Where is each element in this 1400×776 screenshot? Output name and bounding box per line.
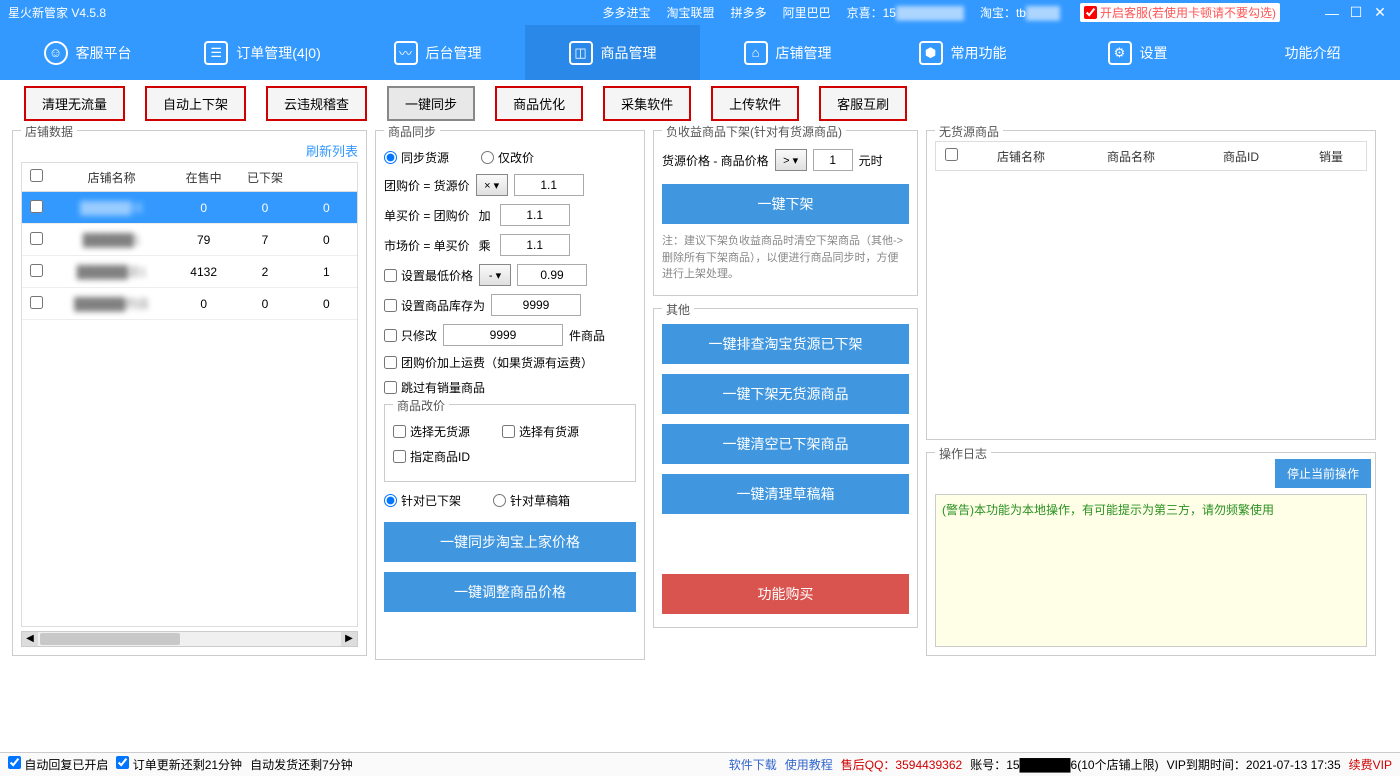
only-mod-checkbox[interactable]: 只修改 — [384, 327, 437, 344]
nav-7[interactable]: 功能介绍 — [1225, 25, 1400, 80]
op1-select[interactable]: × ▾ — [476, 174, 508, 196]
off-nosrc-button[interactable]: 一键下架无货源商品 — [662, 374, 909, 414]
subtab-3[interactable]: 一键同步 — [387, 86, 475, 121]
top-link-ddj[interactable]: 多多进宝 — [603, 4, 651, 21]
spec-id-checkbox[interactable]: 指定商品ID — [393, 448, 470, 465]
sync-tb-price-button[interactable]: 一键同步淘宝上家价格 — [384, 522, 636, 562]
nosrc-table-header: 店铺名称 商品名称 商品ID 销量 — [935, 141, 1367, 171]
title-bar: 星火新管家 V4.5.8 多多进宝 淘宝联盟 拼多多 阿里巴巴 京喜：15███… — [0, 0, 1400, 25]
has-source-checkbox[interactable]: 选择有货源 — [502, 423, 579, 440]
shipping-checkbox[interactable]: 团购价加上运费（如果货源有运费） — [384, 354, 593, 371]
stock-input[interactable] — [491, 294, 581, 316]
sub-tabs: 清理无流量自动上下架云违规稽查一键同步商品优化采集软件上传软件客服互刷 — [0, 80, 1400, 126]
only-mod-input[interactable] — [443, 324, 563, 346]
nav-3[interactable]: ◫商品管理 — [525, 25, 700, 80]
nav-6[interactable]: ⚙设置 — [1050, 25, 1225, 80]
subtab-4[interactable]: 商品优化 — [495, 86, 583, 121]
order-update-checkbox[interactable]: 订单更新还剩21分钟 — [116, 756, 242, 773]
no-source-checkbox[interactable]: 选择无货源 — [393, 423, 470, 440]
nav-2[interactable]: 〰后台管理 — [350, 25, 525, 80]
shop-table-body: ██████铺000██████17970██████店1413221█████… — [21, 192, 358, 627]
buy-feature-button[interactable]: 功能购买 — [662, 574, 909, 614]
top-link-tblm[interactable]: 淘宝联盟 — [667, 4, 715, 21]
table-row[interactable]: ██████店1413221 — [22, 256, 357, 288]
clear-off-button[interactable]: 一键清空已下架商品 — [662, 424, 909, 464]
qq-info: 售后QQ：3594439362 — [841, 756, 962, 773]
subtab-6[interactable]: 上传软件 — [711, 86, 799, 121]
subtab-5[interactable]: 采集软件 — [603, 86, 691, 121]
neg-op-select[interactable]: > ▾ — [775, 149, 807, 171]
radio-target-off[interactable]: 针对已下架 — [384, 492, 461, 509]
table-row[interactable]: ██████17970 — [22, 224, 357, 256]
top-link-pdd[interactable]: 拼多多 — [731, 4, 767, 21]
main-nav: ☺客服平台☰订单管理(4|0)〰后台管理◫商品管理⌂店铺管理⬢常用功能⚙设置功能… — [0, 25, 1400, 80]
nav-icon: ⌂ — [744, 41, 768, 65]
subtab-7[interactable]: 客服互刷 — [819, 86, 907, 121]
min-price-checkbox[interactable]: 设置最低价格 — [384, 267, 473, 284]
auto-reply-checkbox[interactable]: 自动回复已开启 — [8, 756, 108, 773]
nav-icon: ⚙ — [1108, 41, 1132, 65]
nav-4[interactable]: ⌂店铺管理 — [700, 25, 875, 80]
top-link-ali[interactable]: 阿里巴巴 — [783, 4, 831, 21]
horizontal-scrollbar[interactable]: ◀▶ — [21, 631, 358, 647]
top-tb[interactable]: 淘宝：tb████ — [980, 4, 1060, 21]
select-all-checkbox[interactable] — [30, 169, 43, 182]
enable-cs-checkbox[interactable]: 开启客服(若使用卡顿请不要勾选) — [1080, 3, 1280, 22]
nav-0[interactable]: ☺客服平台 — [0, 25, 175, 80]
minprice-op-select[interactable]: - ▾ — [479, 264, 511, 286]
nav-1[interactable]: ☰订单管理(4|0) — [175, 25, 350, 80]
radio-price-only[interactable]: 仅改价 — [481, 149, 534, 166]
nav-icon: ☰ — [204, 41, 228, 65]
val3-input[interactable] — [500, 234, 570, 256]
adjust-price-button[interactable]: 一键调整商品价格 — [384, 572, 636, 612]
tutorial-link[interactable]: 使用教程 — [785, 756, 833, 773]
clear-draft-button[interactable]: 一键清理草稿箱 — [662, 474, 909, 514]
nav-5[interactable]: ⬢常用功能 — [875, 25, 1050, 80]
nav-icon: ⬢ — [919, 41, 943, 65]
download-link[interactable]: 软件下载 — [729, 756, 777, 773]
sync-title: 商品同步 — [384, 123, 440, 140]
table-row[interactable]: ██████的店000 — [22, 288, 357, 320]
refresh-list-link[interactable]: 刷新列表 — [21, 141, 358, 160]
shop-data-title: 店铺数据 — [21, 123, 77, 140]
val1-input[interactable] — [514, 174, 584, 196]
neg-note: 注：建议下架负收益商品时清空下架商品（其他->删除所有下架商品），以便进行商品同… — [662, 233, 909, 283]
minimize-icon[interactable]: — — [1320, 5, 1344, 21]
table-row[interactable]: ██████铺000 — [22, 192, 357, 224]
nav-icon: 〰 — [394, 41, 418, 65]
shop-table-header: 店铺名称 在售中 已下架 — [21, 162, 358, 192]
stop-op-button[interactable]: 停止当前操作 — [1275, 459, 1371, 488]
account-info: 账号：15██████6(10个店铺上限) — [970, 756, 1158, 773]
app-title: 星火新管家 V4.5.8 — [8, 4, 106, 21]
maximize-icon[interactable]: ☐ — [1344, 4, 1368, 21]
renew-vip-link[interactable]: 续费VIP — [1349, 756, 1392, 773]
check-tb-off-button[interactable]: 一键排查淘宝货源已下架 — [662, 324, 909, 364]
close-icon[interactable]: ✕ — [1368, 4, 1392, 21]
subtab-0[interactable]: 清理无流量 — [24, 86, 125, 121]
nav-icon: ◫ — [569, 41, 593, 65]
radio-sync-source[interactable]: 同步货源 — [384, 149, 449, 166]
subtab-2[interactable]: 云违规稽查 — [266, 86, 367, 121]
minprice-input[interactable] — [517, 264, 587, 286]
one-click-off-button[interactable]: 一键下架 — [662, 184, 909, 224]
val2-input[interactable] — [500, 204, 570, 226]
top-jd[interactable]: 京喜：15████████ — [847, 4, 964, 21]
vip-until: VIP到期时间：2021-07-13 17:35 — [1167, 756, 1341, 773]
subtab-1[interactable]: 自动上下架 — [145, 86, 246, 121]
nosrc-select-all[interactable] — [945, 148, 958, 161]
status-bar: 自动回复已开启 订单更新还剩21分钟 自动发货还剩7分钟 软件下载 使用教程 售… — [0, 752, 1400, 776]
radio-target-draft[interactable]: 针对草稿箱 — [493, 492, 570, 509]
stock-checkbox[interactable]: 设置商品库存为 — [384, 297, 485, 314]
nav-icon: ☺ — [44, 41, 68, 65]
skip-sales-checkbox[interactable]: 跳过有销量商品 — [384, 379, 485, 396]
log-output: (警告)本功能为本地操作，有可能提示为第三方，请勿频繁使用 — [935, 494, 1367, 647]
neg-val-input[interactable] — [813, 149, 853, 171]
